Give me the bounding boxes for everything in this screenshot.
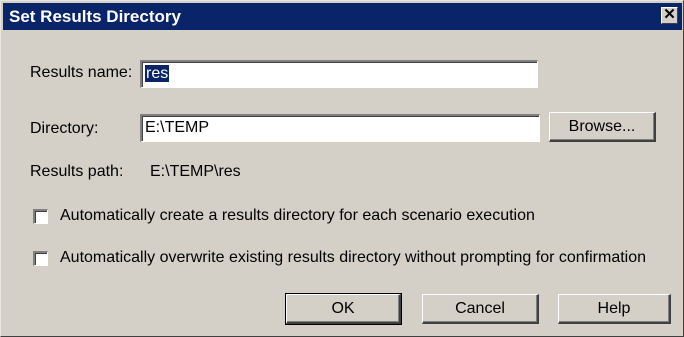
results-name-input[interactable]: res xyxy=(140,60,538,88)
cancel-button[interactable]: Cancel xyxy=(422,294,539,324)
results-path-label: Results path: xyxy=(30,163,124,180)
directory-label: Directory: xyxy=(30,120,99,137)
title-bar[interactable]: Set Results Directory ✕ xyxy=(3,3,682,30)
set-results-directory-dialog: Set Results Directory ✕ Results name: re… xyxy=(0,0,684,337)
results-name-value: res xyxy=(145,65,170,82)
directory-value: E:\TEMP xyxy=(145,119,210,136)
help-button[interactable]: Help xyxy=(558,294,671,324)
close-icon: ✕ xyxy=(663,6,676,23)
ok-button[interactable]: OK xyxy=(285,293,402,325)
results-path-value: E:\TEMP\res xyxy=(150,163,241,180)
browse-button[interactable]: Browse... xyxy=(549,112,656,142)
auto-create-checkbox[interactable] xyxy=(33,209,48,224)
auto-overwrite-checkbox[interactable] xyxy=(33,251,48,266)
close-button[interactable]: ✕ xyxy=(661,7,678,24)
dialog-title: Set Results Directory xyxy=(9,7,181,26)
directory-input[interactable]: E:\TEMP xyxy=(140,114,540,142)
results-name-label: Results name: xyxy=(30,64,133,81)
auto-overwrite-label[interactable]: Automatically overwrite existing results… xyxy=(60,249,646,267)
auto-create-label[interactable]: Automatically create a results directory… xyxy=(60,207,535,225)
